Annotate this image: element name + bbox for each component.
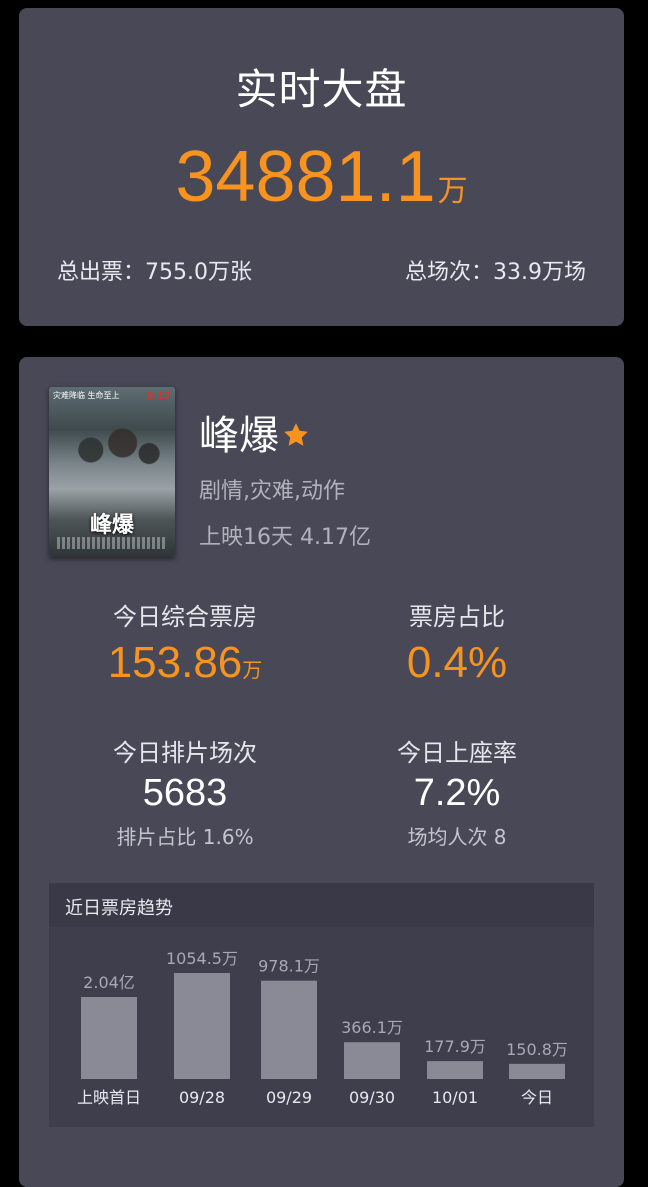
- market-card: 实时大盘 34881.1万 总出票：755.0万张 总场次：33.9万场: [19, 8, 624, 326]
- movie-card[interactable]: 灾难降临 生命至上 9.17 峰爆 峰爆 剧情,灾难,动作 上映16天 4.17…: [19, 357, 624, 1187]
- poster-side-text: 灾难降临 生命至上: [53, 391, 120, 400]
- market-total-value: 34881.1: [175, 137, 436, 217]
- trend-chart: 2.04亿上映首日 1054.5万 09/28 978.1万 09/29 366.1万 09…: [77, 949, 568, 1107]
- movie-title-row: 峰爆: [199, 403, 311, 461]
- shows-label: 今日排片场次: [113, 739, 257, 767]
- metric-occupancy: 今日上座率 7.2% 场均人次 8: [307, 733, 607, 850]
- poster-figures: [59, 415, 165, 485]
- trend-bar: [81, 997, 137, 1079]
- occupancy-sub: 场均人次 8: [407, 825, 507, 849]
- movie-title: 峰爆: [199, 413, 279, 459]
- movie-genre: 剧情,灾难,动作: [199, 479, 345, 504]
- metric-share: 票房占比 0.4%: [307, 597, 607, 688]
- total-tickets: 总出票：755.0万张: [57, 260, 252, 285]
- trend-category-label: 09/30: [349, 1088, 395, 1107]
- trend-category-label: 今日: [521, 1088, 553, 1107]
- trend-bar: [509, 1063, 565, 1079]
- metric-shows: 今日排片场次 5683 排片占比 1.6%: [35, 733, 335, 850]
- trend-bar-value: 2.04亿: [83, 973, 135, 992]
- trend-bar-value: 366.1万: [341, 1018, 403, 1037]
- trend-bar-value: 978.1万: [258, 957, 320, 976]
- trend-category-label: 10/01: [432, 1088, 478, 1107]
- shows-value: 5683: [142, 772, 228, 814]
- market-title: 实时大盘: [235, 65, 408, 114]
- total-shows: 总场次：33.9万场: [405, 260, 586, 285]
- poster-credits: [57, 537, 167, 549]
- metric-box-office: 今日综合票房 153.86万: [35, 597, 335, 688]
- box-office-value: 153.86: [107, 638, 243, 687]
- trend-bar: [344, 1042, 400, 1079]
- share-label: 票房占比: [409, 603, 505, 631]
- box-office-label: 今日综合票房: [113, 603, 257, 631]
- movie-release-info: 上映16天 4.17亿: [199, 525, 371, 550]
- trend-category-label: 09/28: [179, 1088, 225, 1107]
- share-value: 0.4%: [406, 638, 508, 687]
- trend-bar: [174, 973, 230, 1079]
- trend-bar: [261, 980, 317, 1079]
- box-office-value-row: 153.86万: [35, 638, 335, 688]
- trend-bar: [427, 1061, 483, 1079]
- trend-panel: 近日票房趋势 2.04亿 上映首日 1054.5万 09/28 978.1万 09/29 3…: [49, 883, 594, 1127]
- trend-category-label: 上映首日: [77, 1088, 141, 1107]
- box-office-unit: 万: [242, 660, 263, 682]
- trend-bar-value: 177.9万: [424, 1037, 486, 1056]
- poster-date-tag: 9.17: [146, 391, 171, 402]
- occupancy-value: 7.2%: [413, 772, 501, 814]
- occupancy-label: 今日上座率: [397, 739, 517, 767]
- trend-category-label: 09/29: [266, 1088, 312, 1107]
- trend-bar-value: 1054.5万: [166, 949, 238, 968]
- movie-poster[interactable]: 灾难降临 生命至上 9.17 峰爆: [49, 387, 175, 557]
- market-total-unit: 万: [437, 174, 468, 209]
- star-icon: [284, 423, 308, 446]
- trend-bar-value: 150.8万: [506, 1040, 568, 1059]
- shows-sub: 排片占比 1.6%: [116, 825, 254, 849]
- market-total: 34881.1万: [19, 136, 624, 218]
- poster-title: 峰爆: [89, 513, 134, 538]
